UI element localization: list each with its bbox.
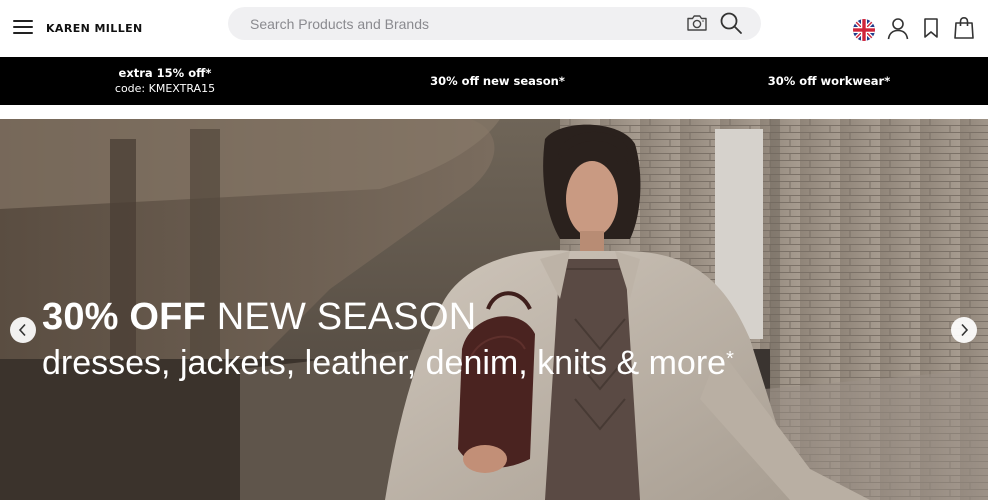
- hero-footnote-mark: *: [726, 348, 734, 370]
- promo-title: extra 15% off*: [118, 65, 212, 80]
- hero-banner[interactable]: 30% OFF NEW SEASON dresses, jackets, lea…: [0, 119, 988, 500]
- search-bar: [228, 7, 761, 40]
- promo-workwear[interactable]: 30% off workwear*: [730, 57, 928, 105]
- hero-subline-text: dresses, jackets, leather, denim, knits …: [42, 344, 727, 382]
- hero-headline-light: NEW SEASON: [216, 296, 477, 338]
- promo-title: 30% off workwear*: [767, 73, 891, 88]
- camera-icon[interactable]: [686, 13, 708, 33]
- search-input[interactable]: [250, 7, 680, 40]
- search-icon[interactable]: [719, 11, 743, 35]
- carousel-prev-button[interactable]: [10, 317, 36, 343]
- promo-title: 30% off new season*: [430, 73, 565, 88]
- bag-icon[interactable]: [953, 16, 975, 40]
- chevron-right-icon: [961, 323, 969, 337]
- promo-extra-15-off[interactable]: extra 15% off* code: KMEXTRA15: [70, 57, 260, 105]
- menu-icon[interactable]: [12, 16, 34, 38]
- hero-headline: 30% OFF NEW SEASON: [42, 295, 476, 339]
- promo-code: code: KMEXTRA15: [114, 81, 216, 95]
- hero-headline-strong: 30% OFF: [42, 296, 206, 338]
- brand-logo[interactable]: KAREN MILLEN: [46, 22, 143, 35]
- uk-flag-icon[interactable]: [853, 19, 875, 41]
- hero-subline: dresses, jackets, leather, denim, knits …: [42, 343, 734, 383]
- account-icon[interactable]: [886, 16, 910, 40]
- bookmark-icon[interactable]: [921, 17, 941, 39]
- promo-new-season[interactable]: 30% off new season*: [395, 57, 600, 105]
- chevron-left-icon: [18, 323, 26, 337]
- carousel-next-button[interactable]: [951, 317, 977, 343]
- site-header: KAREN MILLEN: [0, 0, 988, 56]
- promo-bar: extra 15% off* code: KMEXTRA15 30% off n…: [0, 57, 988, 105]
